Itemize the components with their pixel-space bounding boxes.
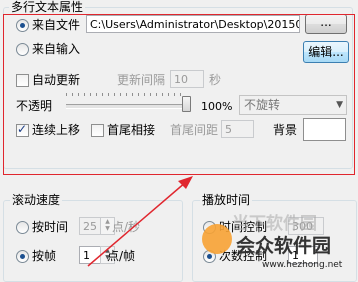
by-time-radio[interactable] <box>16 221 29 234</box>
watermark-text-2: 会众软件园 <box>236 235 332 257</box>
by-time-label[interactable]: 按时间 <box>32 220 68 234</box>
scroll-speed-legend: 滚动速度 <box>10 193 63 207</box>
playback-legend: 播放时间 <box>200 193 253 207</box>
multiline-text-legend: 多行文本属性 <box>9 0 86 14</box>
scroll-speed-group <box>3 200 183 282</box>
by-frame-label[interactable]: 按帧 <box>32 249 56 263</box>
watermark-url: www.hezhong.net <box>262 260 343 270</box>
by-time-field[interactable]: 25 <box>79 217 101 235</box>
by-time-unit: 点/秒 <box>112 220 141 234</box>
watermark-text-1: 当下软件园 <box>232 214 317 234</box>
by-frame-unit: 点/帧 <box>107 249 136 263</box>
watermark-logo <box>202 224 232 254</box>
by-frame-field[interactable]: 1 <box>79 246 101 264</box>
by-frame-radio[interactable] <box>16 250 29 263</box>
highlight-box <box>3 14 355 175</box>
